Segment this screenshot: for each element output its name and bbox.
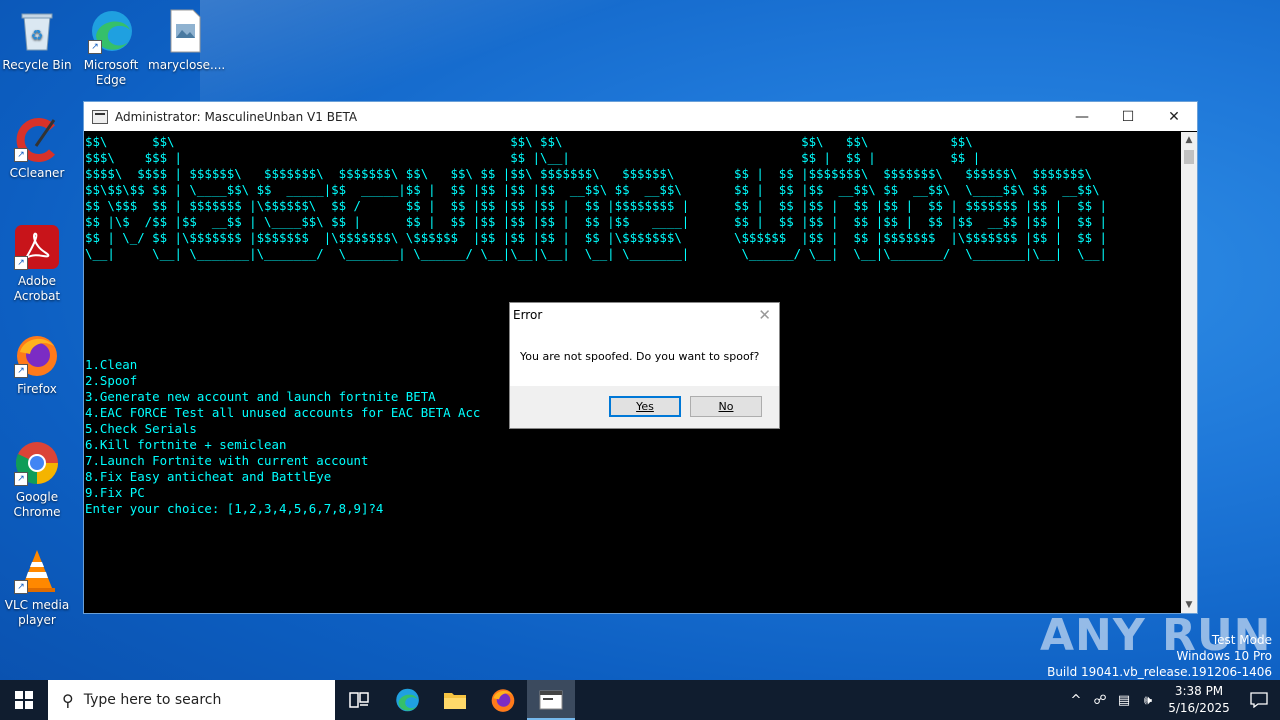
console-app-icon (92, 109, 108, 124)
search-placeholder: Type here to search (83, 692, 222, 708)
no-button[interactable]: No (690, 396, 762, 417)
recycle-bin-icon: ♻ (14, 8, 60, 54)
taskbar-edge[interactable] (383, 680, 431, 720)
folder-icon (444, 693, 466, 709)
dialog-footer: Yes No (510, 386, 779, 428)
menu-line: 1.Clean (85, 357, 138, 372)
menu-line: 5.Check Serials (85, 421, 197, 436)
task-view-icon (349, 692, 369, 708)
no-label: No (718, 400, 734, 413)
vlc-icon: ↗ (14, 548, 60, 594)
network-status-icon[interactable]: ☍ (1088, 693, 1112, 708)
clock[interactable]: 3:38 PM 5/16/2025 (1166, 683, 1232, 717)
start-button[interactable] (0, 680, 48, 720)
dialog-close-icon[interactable]: ✕ (758, 306, 771, 324)
clock-date: 5/16/2025 (1168, 701, 1230, 715)
menu-line: 2.Spoof (85, 373, 138, 388)
desktop-icon-label: Microsoft Edge (83, 58, 139, 87)
scroll-up-icon[interactable]: ▲ (1181, 132, 1197, 148)
desktop-icon-chrome[interactable]: ↗ Google Chrome (0, 440, 74, 520)
desktop-icon-ccleaner[interactable]: ↗ CCleaner (0, 116, 74, 181)
shortcut-arrow-icon: ↗ (14, 148, 28, 162)
wallpaper-light (200, 0, 620, 110)
yes-button[interactable]: Yes (609, 396, 681, 417)
desktop-icon-label: Firefox (17, 382, 57, 396)
desktop-icon-label: Adobe Acrobat (13, 274, 61, 303)
console-menu: 1.Clean 2.Spoof 3.Generate new account a… (85, 357, 480, 517)
windows-logo-icon (15, 691, 33, 709)
desktop-icon-firefox[interactable]: ↗ Firefox (0, 332, 74, 397)
window-controls: — ☐ ✕ (1059, 102, 1197, 131)
task-view-button[interactable] (335, 680, 383, 720)
edge-icon: ↗ (88, 8, 134, 54)
network-icon[interactable]: ▤ (1112, 693, 1136, 708)
console-scrollbar[interactable]: ▲ ▼ (1181, 132, 1197, 613)
desktop-icon-maryclose[interactable]: maryclose.... (148, 8, 226, 73)
taskbar-file-explorer[interactable] (431, 680, 479, 720)
taskbar-search-box[interactable]: ⚲ Type here to search (48, 680, 335, 720)
search-icon: ⚲ (62, 690, 74, 710)
menu-line: 7.Launch Fortnite with current account (85, 453, 369, 468)
dialog-title: Error (513, 308, 543, 322)
menu-line: 4.EAC FORCE Test all unused accounts for… (85, 405, 481, 420)
taskbar-firefox[interactable] (479, 680, 527, 720)
minimize-button[interactable]: — (1059, 102, 1105, 131)
yes-label: Yes (636, 400, 654, 413)
edge-icon (396, 688, 419, 712)
console-prompt: Enter your choice: [1,2,3,4,5,6,7,8,9]?4 (85, 501, 384, 516)
desktop-icon-recycle-bin[interactable]: ♻ Recycle Bin (0, 8, 74, 73)
watermark-line: Build 19041.vb_release.191206-1406 (1047, 665, 1272, 679)
desktop-icon-vlc[interactable]: ↗ VLC media player (0, 548, 74, 628)
chrome-icon: ↗ (14, 440, 60, 486)
windows-watermark: Test Mode Windows 10 Pro Build 19041.vb_… (1047, 632, 1272, 680)
taskbar-console[interactable] (527, 680, 575, 720)
menu-line: 6.Kill fortnite + semiclean (85, 437, 287, 452)
shortcut-arrow-icon: ↗ (14, 364, 28, 378)
desktop-icon-label: maryclose.... (148, 58, 226, 72)
chevron-up-icon[interactable]: ^ (1064, 693, 1088, 708)
ccleaner-icon: ↗ (14, 116, 60, 162)
error-dialog: Error ✕ You are not spoofed. Do you want… (509, 302, 780, 429)
desktop-icon-label: VLC media player (4, 598, 70, 627)
system-tray: ^ ☍ ▤ 🕪 3:38 PM 5/16/2025 (1064, 680, 1280, 720)
scroll-thumb[interactable] (1184, 150, 1194, 164)
clock-time: 3:38 PM (1174, 684, 1224, 698)
notification-button[interactable] (1238, 680, 1280, 720)
watermark-line: Windows 10 Pro (1176, 649, 1272, 663)
firefox-icon: ↗ (14, 332, 60, 378)
menu-line: 8.Fix Easy anticheat and BattlEye (85, 469, 332, 484)
console-title: Administrator: MasculineUnban V1 BETA (115, 109, 358, 124)
menu-line: 9.Fix PC (85, 485, 145, 500)
console-titlebar[interactable]: Administrator: MasculineUnban V1 BETA — … (84, 102, 1197, 131)
firefox-icon (491, 689, 515, 712)
volume-icon[interactable]: 🕪 (1136, 693, 1160, 708)
desktop-icon-label: Recycle Bin (2, 58, 72, 72)
console-app-icon (539, 690, 563, 710)
desktop-icon-acrobat[interactable]: ↗ Adobe Acrobat (0, 224, 74, 304)
menu-line: 3.Generate new account and launch fortni… (85, 389, 436, 404)
watermark-line: Test Mode (1211, 633, 1272, 647)
close-button[interactable]: ✕ (1151, 102, 1197, 131)
shortcut-arrow-icon: ↗ (14, 256, 28, 270)
dialog-message: You are not spoofed. Do you want to spoo… (520, 350, 760, 363)
ascii-banner: $$\ $$\ $$\ $$\ $$\ $$\ $$\ $$$\ $$$ | $… (85, 134, 1107, 261)
shortcut-arrow-icon: ↗ (14, 472, 28, 486)
desktop-icon-label: CCleaner (9, 166, 65, 180)
image-file-icon (162, 8, 208, 54)
shortcut-arrow-icon: ↗ (14, 580, 28, 594)
desktop-icon-edge[interactable]: ↗ Microsoft Edge (74, 8, 148, 88)
svg-text:♻: ♻ (31, 28, 44, 44)
shortcut-arrow-icon: ↗ (88, 40, 102, 54)
maximize-button[interactable]: ☐ (1105, 102, 1151, 131)
notification-icon (1250, 692, 1268, 708)
acrobat-icon: ↗ (14, 224, 60, 270)
desktop-icon-label: Google Chrome (13, 490, 61, 519)
taskbar: ⚲ Type here to search ^ ☍ ▤ 🕪 3:38 PM 5/… (0, 680, 1280, 720)
